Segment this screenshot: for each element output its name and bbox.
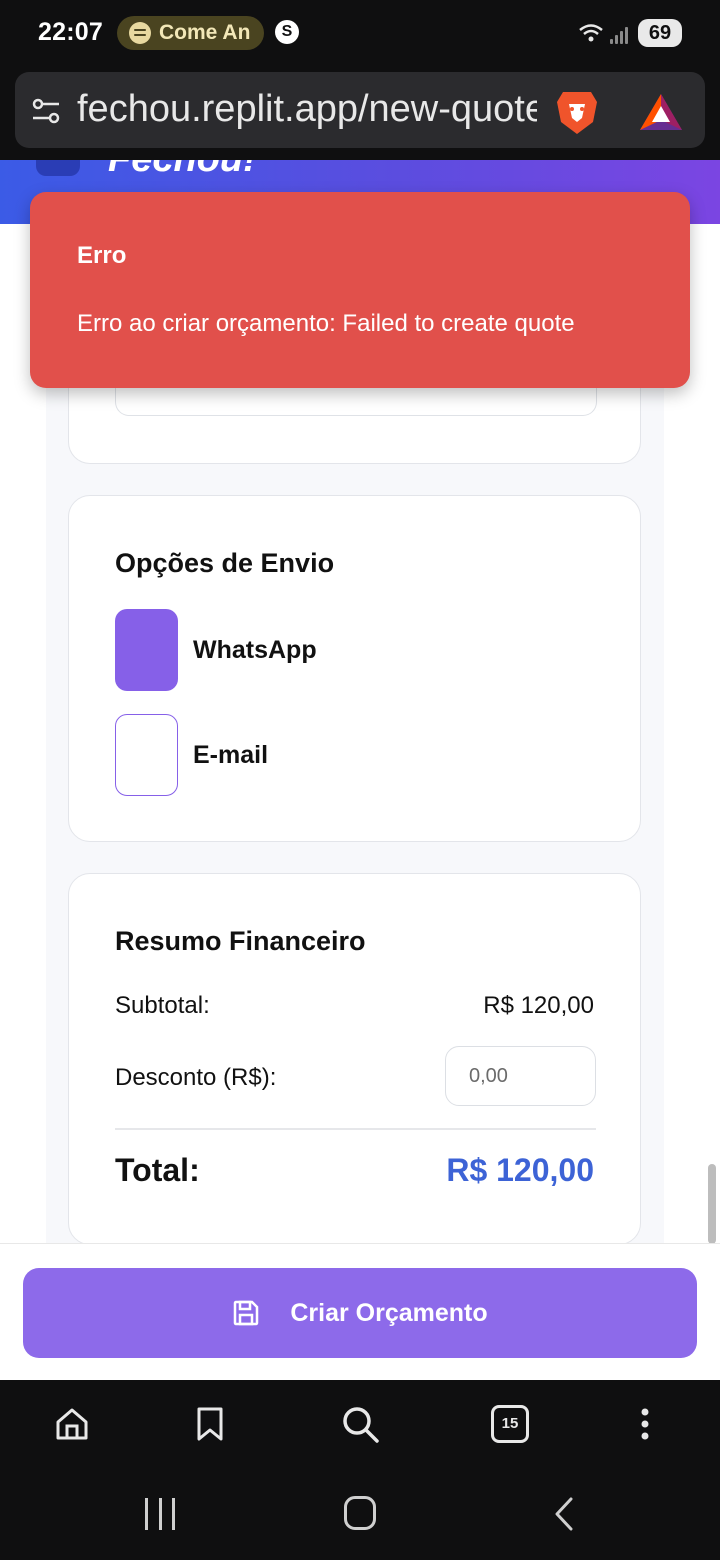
shipping-options-card: Opções de Envio WhatsApp E-mail	[68, 495, 641, 842]
address-bar[interactable]: fechou.replit.app/new-quote	[15, 72, 705, 148]
signal-icon	[610, 24, 630, 44]
browser-toolbar: 15	[0, 1380, 720, 1472]
option-label: WhatsApp	[193, 635, 317, 664]
status-bar: 22:07 Come An S 69	[0, 0, 720, 68]
subtotal-label: Subtotal:	[115, 992, 210, 1019]
browser-address-area: fechou.replit.app/new-quote	[0, 68, 720, 160]
financial-summary-card: Resumo Financeiro Subtotal: R$ 120,00 De…	[68, 873, 641, 1245]
status-time: 22:07	[38, 18, 103, 46]
url-text[interactable]: fechou.replit.app/new-quote	[77, 88, 537, 131]
more-vertical-icon[interactable]	[625, 1404, 665, 1444]
option-label: E-mail	[193, 740, 269, 769]
home-button[interactable]	[344, 1496, 376, 1530]
create-quote-label: Criar Orçamento	[290, 1298, 488, 1327]
whatsapp-checkbox[interactable]	[115, 609, 178, 691]
brand-name[interactable]: Fechou!	[108, 160, 256, 181]
home-icon[interactable]	[52, 1404, 92, 1444]
subtotal-value: R$ 120,00	[483, 992, 594, 1019]
bat-triangle-icon[interactable]	[638, 92, 684, 132]
shipping-options-title: Opções de Envio	[115, 548, 335, 578]
save-icon	[234, 1300, 259, 1326]
spotify-icon	[129, 22, 151, 44]
battery-indicator: 69	[638, 19, 682, 47]
bottom-action-bar: Criar Orçamento	[0, 1243, 720, 1380]
media-text: Come An	[159, 21, 251, 44]
discount-input[interactable]: 0,00	[445, 1046, 596, 1106]
scrollbar-thumb[interactable]	[708, 1164, 716, 1244]
option-whatsapp[interactable]: WhatsApp	[115, 609, 317, 691]
logo-icon	[36, 160, 80, 176]
email-checkbox[interactable]	[115, 714, 178, 796]
toast-message: Erro ao criar orçamento: Failed to creat…	[77, 310, 575, 337]
system-nav-bar	[0, 1472, 720, 1560]
divider	[115, 1128, 596, 1130]
discount-label: Desconto (R$):	[115, 1064, 277, 1091]
total-label: Total:	[115, 1152, 200, 1188]
toast-title: Erro	[77, 242, 127, 269]
search-icon[interactable]	[340, 1404, 380, 1444]
create-quote-button[interactable]: Criar Orçamento	[23, 1268, 697, 1358]
error-toast[interactable]: Erro Erro ao criar orçamento: Failed to …	[30, 192, 690, 388]
brave-lion-icon[interactable]	[555, 88, 599, 136]
tabs-icon[interactable]: 15	[491, 1405, 529, 1443]
total-value: R$ 120,00	[446, 1152, 594, 1188]
option-email[interactable]: E-mail	[115, 714, 268, 796]
wifi-icon	[579, 24, 603, 42]
financial-summary-title: Resumo Financeiro	[115, 926, 366, 956]
tune-icon[interactable]	[32, 98, 60, 124]
bookmark-icon[interactable]	[190, 1404, 230, 1444]
s-app-icon: S	[275, 20, 299, 44]
media-pill[interactable]: Come An	[117, 16, 264, 50]
back-button[interactable]	[549, 1496, 579, 1532]
recents-button[interactable]	[145, 1498, 175, 1530]
